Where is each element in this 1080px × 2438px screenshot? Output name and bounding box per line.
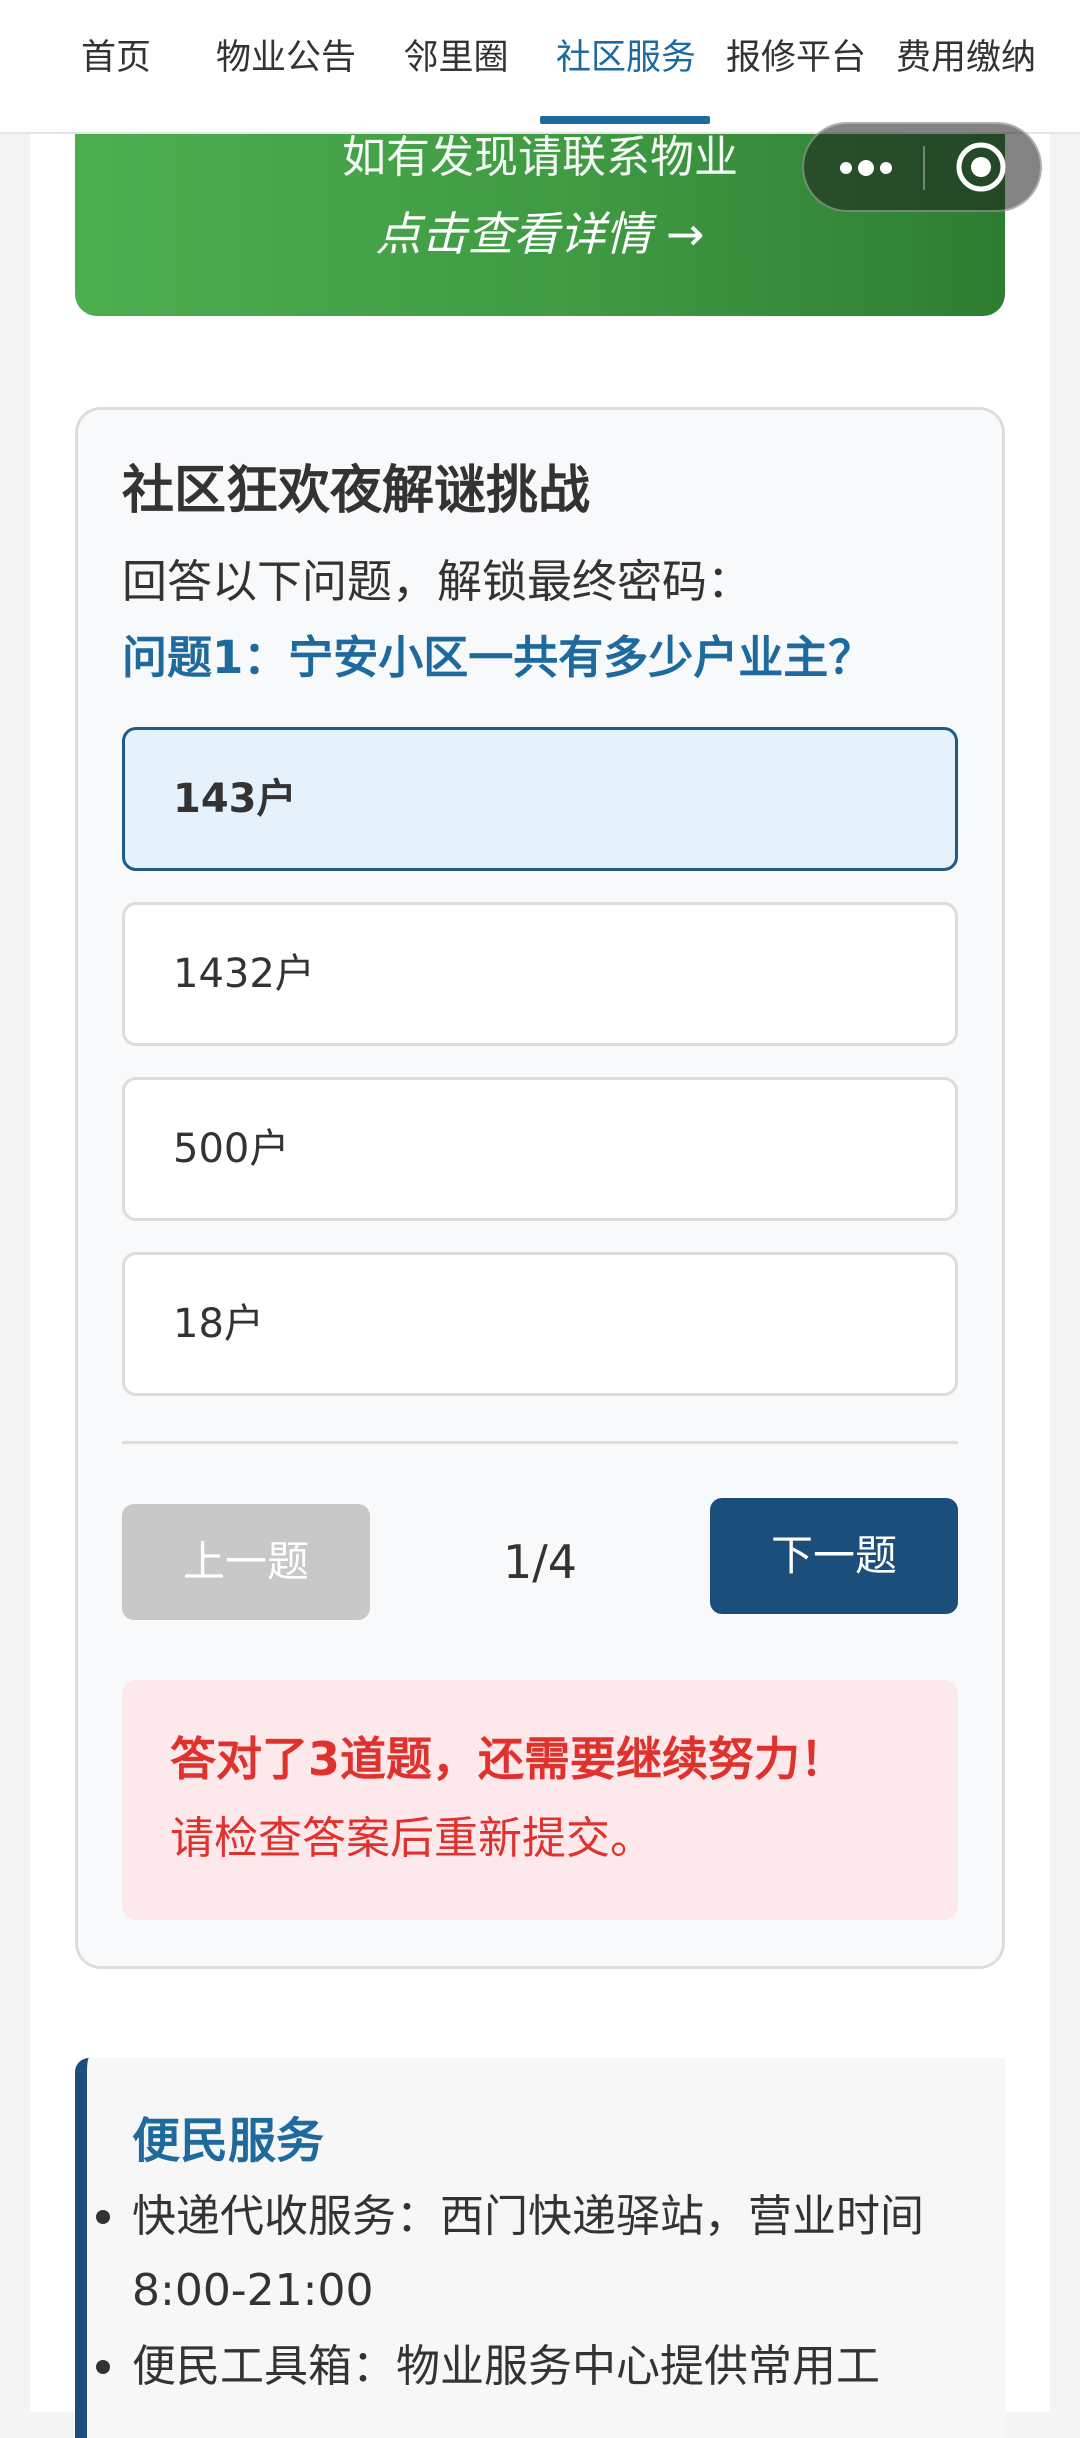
result-message-box: 答对了3道题，还需要继续努力！ 请检查答案后重新提交。 [122, 1680, 958, 1920]
service-item-express: 快递代收服务：西门快递驿站，营业时间8:00-21:00 [96, 2180, 972, 2328]
capsule-divider [923, 146, 925, 190]
target-close-icon[interactable] [954, 140, 1008, 194]
tab-fee-payment[interactable]: 费用缴纳 [892, 0, 1040, 132]
active-tab-indicator [540, 116, 710, 124]
prev-question-button[interactable]: 上一题 [122, 1504, 370, 1620]
question-progress: 1/4 [502, 1535, 578, 1589]
services-title: 便民服务 [132, 2113, 325, 2169]
tab-home[interactable]: 首页 [78, 0, 154, 132]
answer-option-4[interactable]: 18户 [122, 1252, 958, 1396]
tab-property-notice[interactable]: 物业公告 [212, 0, 360, 132]
quiz-title: 社区狂欢夜解谜挑战 [122, 461, 591, 521]
more-dots-icon[interactable] [832, 144, 902, 190]
service-item-toolbox: 便民工具箱：物业服务中心提供常用工 [96, 2330, 972, 2404]
answer-option-1[interactable]: 143户 [122, 727, 958, 871]
tab-neighborhood[interactable]: 邻里圈 [400, 0, 512, 132]
miniprogram-capsule [802, 122, 1042, 212]
result-hint-text: 请检查答案后重新提交。 [170, 1813, 654, 1864]
result-score-text: 答对了3道题，还需要继续努力！ [170, 1732, 847, 1786]
answer-option-3[interactable]: 500户 [122, 1077, 958, 1221]
quiz-divider [122, 1441, 958, 1444]
tab-repair-platform[interactable]: 报修平台 [722, 0, 870, 132]
tab-community-service[interactable]: 社区服务 [552, 0, 700, 132]
quiz-question: 问题1：宁安小区一共有多少户业主？ [122, 631, 874, 684]
top-nav: 首页 物业公告 邻里圈 社区服务 报修平台 费用缴纳 [0, 0, 1080, 134]
answer-option-2[interactable]: 1432户 [122, 902, 958, 1046]
next-question-button[interactable]: 下一题 [710, 1498, 958, 1614]
quiz-description: 回答以下问题，解锁最终密码： [122, 555, 753, 608]
banner-details-link[interactable]: 点击查看详情 → [75, 206, 1005, 262]
